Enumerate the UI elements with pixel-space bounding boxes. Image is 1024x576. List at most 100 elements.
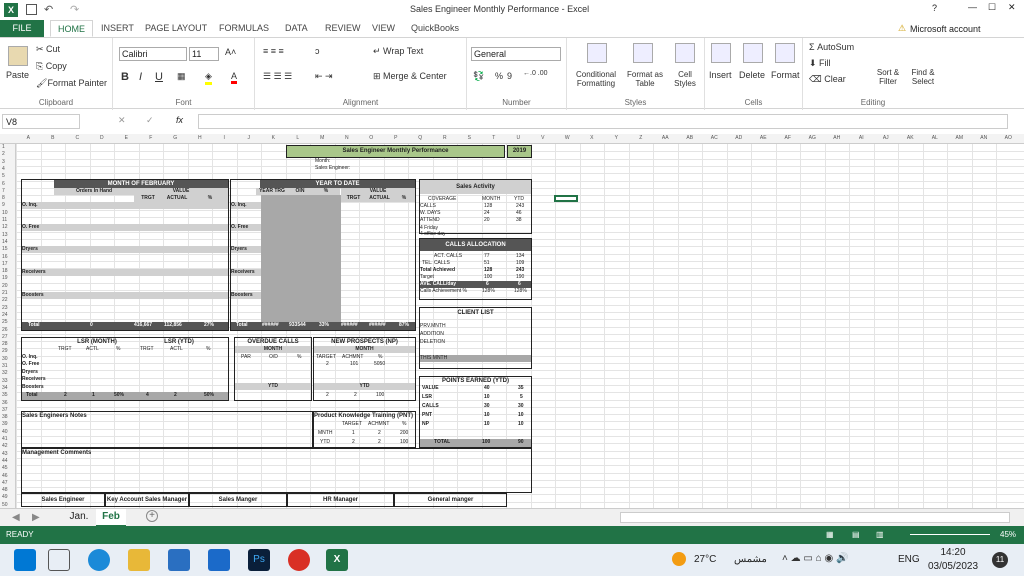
column-header[interactable]: U xyxy=(506,135,531,141)
row-header[interactable]: 16 xyxy=(2,254,8,260)
row-header[interactable]: 30 xyxy=(2,356,8,362)
row-header[interactable]: 29 xyxy=(2,348,8,354)
undo-icon[interactable]: ↶ xyxy=(44,3,53,16)
column-header[interactable]: AM xyxy=(947,135,972,141)
column-header[interactable]: AG xyxy=(800,135,825,141)
currency-icon[interactable]: 💱 xyxy=(473,71,484,82)
column-header[interactable]: AL xyxy=(923,135,948,141)
column-header[interactable]: Y xyxy=(604,135,629,141)
prev-sheet-icon[interactable]: ◀ xyxy=(12,512,20,523)
add-sheet-icon[interactable]: + xyxy=(146,510,158,522)
column-header[interactable]: J xyxy=(237,135,262,141)
help-button[interactable]: ? xyxy=(932,3,937,13)
tab-file[interactable]: FILE xyxy=(0,20,44,37)
page-layout-icon[interactable]: ▤ xyxy=(852,530,860,539)
tab-quickbooks[interactable]: QuickBooks xyxy=(404,20,466,37)
row-header[interactable]: 10 xyxy=(2,210,8,216)
task-view-icon[interactable] xyxy=(48,549,70,571)
row-header[interactable]: 15 xyxy=(2,246,8,252)
row-header[interactable]: 39 xyxy=(2,421,8,427)
horizontal-scrollbar[interactable] xyxy=(620,512,1010,523)
row-header[interactable]: 31 xyxy=(2,363,8,369)
orientation-icon[interactable]: ↄ xyxy=(315,46,320,56)
indent-icon[interactable]: ⇤ ⇥ xyxy=(315,71,333,82)
tab-review[interactable]: REVIEW xyxy=(318,20,368,37)
row-header[interactable]: 41 xyxy=(2,436,8,442)
row-header[interactable]: 47 xyxy=(2,480,8,486)
row-header[interactable]: 25 xyxy=(2,319,8,325)
copy-button[interactable]: ⎘ Copy xyxy=(36,61,67,72)
column-header[interactable]: AI xyxy=(849,135,874,141)
row-header[interactable]: 33 xyxy=(2,378,8,384)
next-sheet-icon[interactable]: ▶ xyxy=(32,512,40,523)
column-header[interactable]: P xyxy=(384,135,409,141)
excel-taskbar-icon[interactable]: X xyxy=(326,549,348,571)
insert-button[interactable]: Insert xyxy=(709,70,732,80)
column-header[interactable]: AD xyxy=(727,135,752,141)
row-header[interactable]: 49 xyxy=(2,494,8,500)
row-header[interactable]: 34 xyxy=(2,385,8,391)
column-header[interactable]: E xyxy=(114,135,139,141)
merge-center-button[interactable]: ⊞ Merge & Center xyxy=(373,71,447,82)
column-header[interactable]: AN xyxy=(972,135,997,141)
row-header[interactable]: 22 xyxy=(2,297,8,303)
row-header[interactable]: 21 xyxy=(2,290,8,296)
tab-view[interactable]: VIEW xyxy=(365,20,402,37)
row-header[interactable]: 28 xyxy=(2,341,8,347)
number-format-select[interactable]: General xyxy=(471,47,561,61)
cell-styles-icon[interactable] xyxy=(675,43,695,63)
notification-badge[interactable]: 11 xyxy=(992,552,1008,568)
row-header[interactable]: 50 xyxy=(2,502,8,508)
column-header[interactable]: I xyxy=(212,135,237,141)
column-header[interactable]: AH xyxy=(825,135,850,141)
format-painter-button[interactable]: 🖌Format Painter xyxy=(36,78,107,89)
row-header[interactable]: 20 xyxy=(2,283,8,289)
format-cells-icon[interactable] xyxy=(775,43,795,63)
close-button[interactable]: ✕ xyxy=(1008,2,1016,13)
format-table-icon[interactable] xyxy=(633,43,653,63)
column-header[interactable]: F xyxy=(139,135,164,141)
comma-button[interactable]: 9 xyxy=(507,71,512,81)
tab-page-layout[interactable]: PAGE LAYOUT xyxy=(138,20,214,37)
normal-view-icon[interactable]: ▦ xyxy=(826,530,834,539)
row-header[interactable]: 48 xyxy=(2,487,8,493)
insert-cells-icon[interactable] xyxy=(711,43,731,63)
column-header[interactable]: V xyxy=(531,135,556,141)
chrome-icon[interactable] xyxy=(288,549,310,571)
worksheet[interactable]: A B C D E F G H I J K L M N O P Q R S T U V W X Y Z AA AB AC AD AE AF AG… xyxy=(0,134,1024,508)
row-header[interactable]: 35 xyxy=(2,392,8,398)
redo-icon[interactable]: ↷ xyxy=(70,3,79,16)
sort-filter-button[interactable]: Sort & Filter xyxy=(871,68,905,86)
delete-button[interactable]: Delete xyxy=(739,70,765,80)
function-icon[interactable]: fx xyxy=(176,115,183,125)
font-name-select[interactable]: Calibri xyxy=(119,47,187,61)
row-header[interactable]: 18 xyxy=(2,268,8,274)
column-header[interactable]: Z xyxy=(629,135,654,141)
row-header[interactable]: 4 xyxy=(2,166,5,172)
column-header[interactable]: S xyxy=(457,135,482,141)
row-header[interactable]: 32 xyxy=(2,370,8,376)
selected-cell[interactable] xyxy=(554,195,578,202)
windows-start-icon[interactable] xyxy=(14,549,36,571)
borders-icon[interactable]: ▦ xyxy=(177,71,186,82)
tab-insert[interactable]: INSERT xyxy=(94,20,141,37)
row-header[interactable]: 3 xyxy=(2,159,5,165)
column-header[interactable]: N xyxy=(335,135,360,141)
page-break-icon[interactable]: ▥ xyxy=(876,530,884,539)
row-header[interactable]: 44 xyxy=(2,458,8,464)
account-button[interactable]: Microsoft account xyxy=(910,24,981,34)
grow-font-icon[interactable]: A˄ xyxy=(225,47,236,57)
minimize-button[interactable]: — xyxy=(968,2,977,12)
column-header[interactable]: AA xyxy=(653,135,678,141)
align-top-icon[interactable]: ≡ ≡ ≡ xyxy=(263,46,284,56)
row-header[interactable]: 24 xyxy=(2,312,8,318)
column-header[interactable]: M xyxy=(310,135,335,141)
autosum-button[interactable]: Σ AutoSum xyxy=(809,42,854,52)
paste-button[interactable]: Paste xyxy=(6,70,29,80)
row-header[interactable]: 12 xyxy=(2,224,8,230)
column-header[interactable]: AK xyxy=(898,135,923,141)
column-header[interactable]: AJ xyxy=(874,135,899,141)
row-header[interactable]: 2 xyxy=(2,151,5,157)
column-header[interactable]: AF xyxy=(776,135,801,141)
store-icon[interactable] xyxy=(168,549,190,571)
